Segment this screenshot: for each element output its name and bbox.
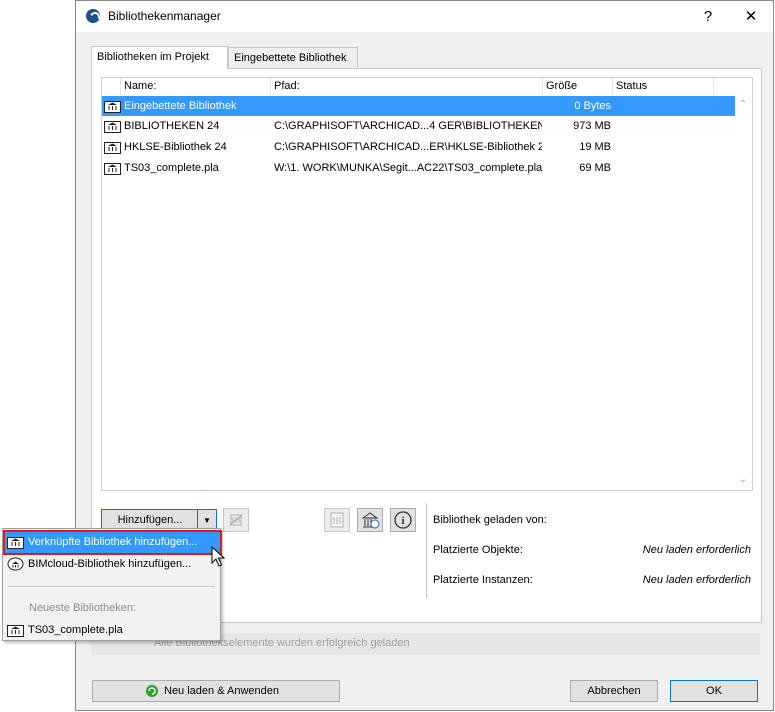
reload-icon	[146, 685, 158, 697]
close-button[interactable]: ✕	[731, 1, 771, 32]
table-row[interactable]: HKLSE-Bibliothek 24 C:\GRAPHISOFT\ARCHICA…	[102, 137, 735, 157]
cell-size: 19 MB	[579, 141, 611, 153]
cell-size: 0 Bytes	[574, 100, 611, 112]
info-icon: i	[394, 511, 412, 529]
reload-apply-label: Neu laden & Anwenden	[164, 685, 279, 697]
library-list[interactable]: Name: Pfad: Größe Status Eingebettete Bi…	[101, 77, 753, 491]
placed-objects-value: Neu laden erforderlich	[642, 544, 751, 556]
reload-apply-button[interactable]: Neu laden & Anwenden	[92, 680, 340, 702]
cell-name: BIBLIOTHEKEN 24	[124, 120, 220, 132]
table-row[interactable]: TS03_complete.pla W:\1. WORK\MUNKA\Segit.…	[102, 158, 735, 178]
cancel-button[interactable]: Abbrechen	[570, 680, 658, 702]
column-header-name[interactable]: Name:	[121, 78, 271, 95]
menu-item-add-bimcloud-library[interactable]: BIMcloud-Bibliothek hinzufügen...	[3, 553, 220, 575]
tab-project-libraries[interactable]: Bibliotheken im Projekt	[91, 46, 228, 69]
cell-name: Eingebettete Bibliothek	[124, 100, 237, 112]
library-icon	[104, 101, 121, 113]
info-glyph: i	[401, 515, 404, 527]
menu-item-recent-library[interactable]: TS03_complete.pla	[3, 619, 220, 641]
cell-size: 69 MB	[579, 162, 611, 174]
cell-path: W:\1. WORK\MUNKA\Segit...AC22\TS03_compl…	[274, 162, 542, 174]
remove-library-icon	[229, 514, 243, 526]
table-row[interactable]: Eingebettete Bibliothek 0 Bytes	[102, 96, 735, 116]
menu-item-label: TS03_complete.pla	[28, 624, 123, 636]
column-header-size[interactable]: Größe	[543, 78, 613, 95]
menu-item-label: BIMcloud-Bibliothek hinzufügen...	[28, 558, 192, 570]
library-package-icon	[330, 512, 344, 528]
dropdown-arrow-icon: ▼	[203, 516, 211, 525]
bimcloud-icon	[7, 557, 24, 571]
info-button[interactable]: i	[390, 508, 416, 532]
panel-separator	[426, 503, 427, 598]
cell-size: 973 MB	[573, 120, 611, 132]
library-icon	[104, 142, 121, 154]
scroll-down-arrow[interactable]: ⌄	[738, 475, 748, 485]
table-row[interactable]: BIBLIOTHEKEN 24 C:\GRAPHISOFT\ARCHICAD...…	[102, 116, 735, 136]
placed-instances-label: Platzierte Instanzen:	[433, 574, 533, 586]
remove-library-button[interactable]	[223, 508, 249, 532]
cell-path: C:\GRAPHISOFT\ARCHICAD...4 GER\BIBLIOTHE…	[274, 120, 542, 132]
library-icon	[7, 625, 24, 637]
loaded-from-label: Bibliothek geladen von:	[433, 514, 547, 526]
add-dropdown-menu: Verknüpfte Bibliothek hinzufügen... BIMc…	[2, 528, 222, 641]
help-button[interactable]: ?	[688, 1, 728, 32]
placed-objects-label: Platzierte Objekte:	[433, 544, 523, 556]
title-bar: Bibliothekenmanager ? ✕	[76, 1, 773, 32]
library-package-button[interactable]	[324, 508, 350, 532]
window-title: Bibliothekenmanager	[108, 9, 221, 23]
vertical-scrollbar[interactable]: ⌃ ⌄	[735, 95, 752, 490]
ok-button[interactable]: OK	[670, 680, 758, 702]
placed-instances-value: Neu laden erforderlich	[642, 574, 751, 586]
app-icon	[86, 9, 100, 23]
library-icon	[7, 537, 24, 549]
menu-item-label: Verknüpfte Bibliothek hinzufügen...	[28, 536, 198, 548]
menu-item-add-linked-library[interactable]: Verknüpfte Bibliothek hinzufügen...	[3, 531, 220, 553]
mouse-cursor-icon	[211, 546, 225, 567]
library-icon	[104, 163, 121, 175]
library-reload-icon	[361, 512, 380, 529]
scroll-up-arrow[interactable]: ⌃	[738, 100, 748, 110]
recent-libraries-label: Neueste Bibliotheken:	[29, 602, 137, 614]
library-icon	[104, 121, 121, 133]
column-header-path[interactable]: Pfad:	[271, 78, 543, 95]
tab-embedded-library[interactable]: Eingebettete Bibliothek	[228, 47, 358, 68]
cell-name: HKLSE-Bibliothek 24	[124, 141, 227, 153]
menu-separator	[8, 586, 215, 587]
column-header-icon	[102, 78, 121, 95]
cell-path: C:\GRAPHISOFT\ARCHICAD...ER\HKLSE-Biblio…	[274, 141, 542, 153]
cell-name: TS03_complete.pla	[124, 162, 219, 174]
column-header-status[interactable]: Status	[613, 78, 714, 95]
library-reload-button[interactable]	[357, 508, 383, 532]
